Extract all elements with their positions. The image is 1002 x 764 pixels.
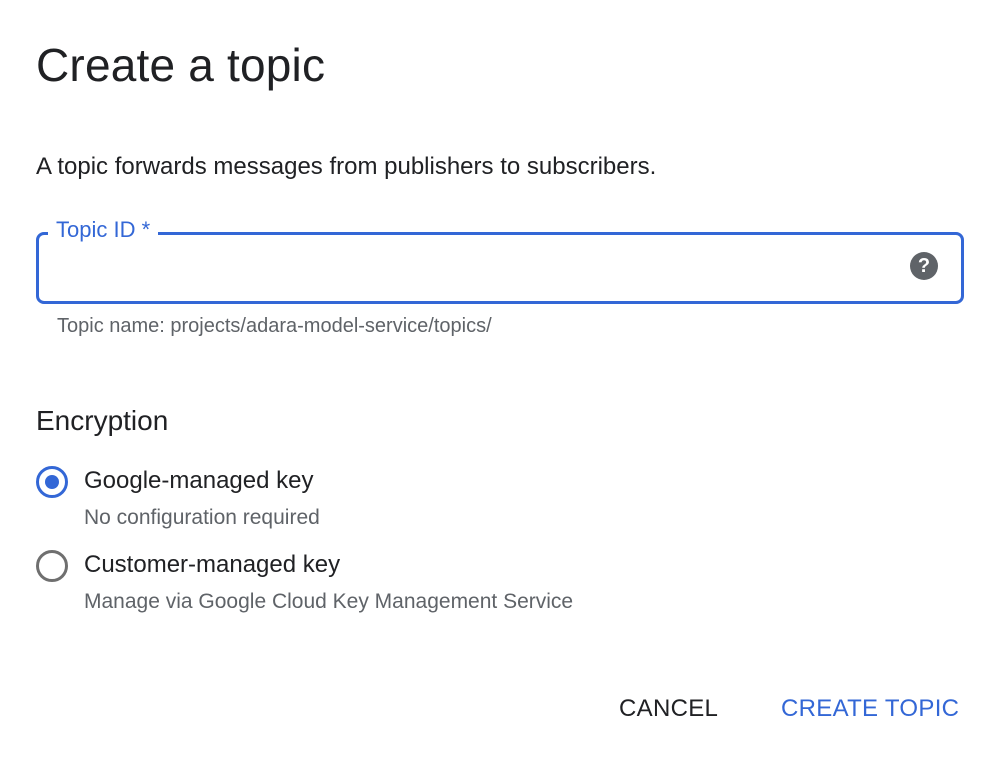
encryption-heading: Encryption [36, 405, 169, 436]
radio-customer-managed[interactable] [36, 550, 68, 582]
topic-name-hint: Topic name: projects/adara-model-service… [57, 315, 492, 337]
create-topic-button[interactable]: CREATE TOPIC [781, 695, 959, 724]
radio-label-customer-managed[interactable]: Customer-managed key [84, 551, 340, 580]
topic-id-label: Topic ID * [48, 217, 159, 244]
radio-description-customer-managed: Manage via Google Cloud Key Management S… [84, 590, 574, 613]
dialog-description: A topic forwards messages from publisher… [36, 153, 657, 180]
radio-description-google-managed: No configuration required [84, 506, 320, 529]
help-circle-icon[interactable]: ? [910, 252, 938, 280]
topic-id-field: Topic ID * ? [36, 217, 964, 304]
radio-label-google-managed[interactable]: Google-managed key [84, 467, 313, 496]
topic-id-input[interactable] [50, 246, 894, 288]
cancel-button[interactable]: CANCEL [619, 695, 718, 724]
radio-google-managed[interactable] [36, 466, 68, 498]
radio-selected-dot [45, 475, 59, 489]
dialog-title: Create a topic [36, 39, 326, 91]
